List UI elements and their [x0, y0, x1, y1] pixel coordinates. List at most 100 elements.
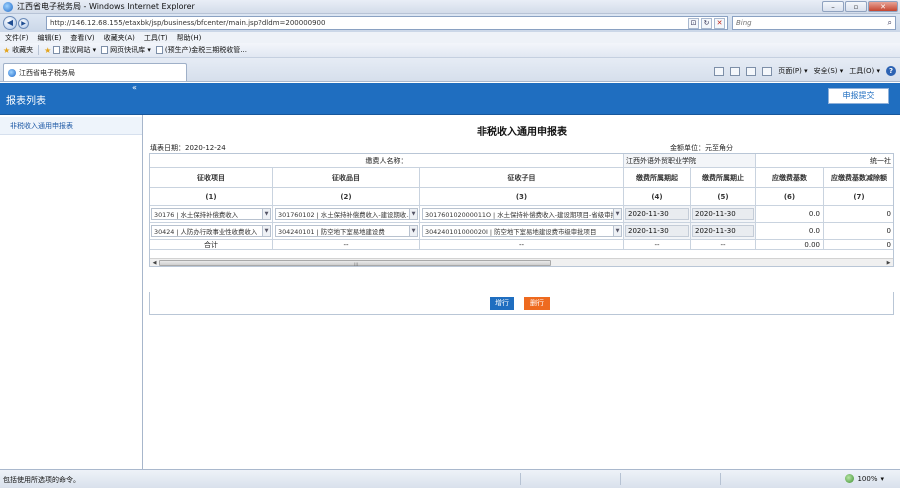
maximize-button[interactable]: ▫ — [845, 1, 867, 12]
sidebar-title: 报表列表 — [6, 96, 46, 107]
chevron-down-icon: ▼ — [409, 209, 417, 219]
row-1-start-date[interactable]: 2020-11-30 — [625, 208, 689, 220]
select-value: 301760102000011O | 水土保持补偿费收入-建设期项目-省级审批 — [425, 210, 617, 219]
row-1-end-date[interactable]: 2020-11-30 — [692, 208, 754, 220]
ie-page-icon — [8, 68, 16, 77]
tab-tax-bureau[interactable]: 江西省电子税务局 — [3, 63, 187, 81]
feeds-icon[interactable] — [730, 66, 741, 76]
menu-edit[interactable]: 编辑(E) — [38, 33, 62, 43]
col-num-6: (6) — [756, 188, 824, 206]
favorites-label: 收藏夹 — [12, 46, 34, 54]
status-bar: 包括使用所选项的命令。 100% ▾ — [0, 469, 900, 488]
window-title: 江西省电子税务局 - Windows Internet Explorer — [17, 2, 195, 11]
menu-bar: 文件(F) 编辑(E) 查看(V) 收藏夹(A) 工具(T) 帮助(H) — [0, 32, 900, 43]
home-icon[interactable] — [714, 66, 725, 76]
url-tools: ⊡ ↻ ✕ — [688, 18, 725, 29]
total-subitem: -- — [420, 240, 624, 250]
row-2-item-select[interactable]: 30424 | 人防办行政事业性收费收入 ▼ — [151, 225, 271, 237]
favorite-label: 网页快讯库 ▾ — [110, 46, 151, 54]
stop-icon[interactable]: ✕ — [714, 18, 725, 29]
page-icon — [53, 46, 61, 54]
refresh-icon[interactable]: ↻ — [701, 18, 712, 29]
app-header: 报表列表 « 申报提交 — [0, 83, 900, 115]
minimize-button[interactable]: – — [822, 1, 844, 12]
url-field[interactable]: http://146.12.68.155/etaxbk/jsp/business… — [46, 16, 728, 30]
table-row-1-base[interactable]: 0.0 — [756, 206, 824, 223]
table-row-1-deduct[interactable]: 0 — [824, 206, 893, 223]
favorite-label: 建议网站 ▾ — [62, 46, 97, 54]
col-header-start: 缴费所属期起 — [624, 168, 691, 188]
menu-favorites[interactable]: 收藏夹(A) — [104, 33, 135, 43]
favorite-web-slice[interactable]: 网页快讯库 ▾ — [101, 45, 151, 55]
tab-bar: 江西省电子税务局 页面(P) ▾ 安全(S) ▾ 工具(O) ▾ ? — [0, 58, 900, 82]
menu-help[interactable]: 帮助(H) — [177, 33, 202, 43]
scrollbar-thumb[interactable]: ||| — [159, 260, 551, 266]
scroll-right-icon[interactable]: ▶ — [884, 259, 893, 266]
table-row-2-deduct[interactable]: 0 — [824, 223, 893, 240]
sidebar-item-nontax-report[interactable]: 非税收入通用申报表 — [0, 117, 142, 135]
compat-view-icon[interactable]: ⊡ — [688, 18, 699, 29]
chevron-down-icon: ▼ — [613, 209, 621, 219]
table-row-2-base[interactable]: 0.0 — [756, 223, 824, 240]
divider — [520, 473, 521, 485]
favorites-button[interactable]: ★ 收藏夹 — [3, 45, 33, 55]
col-header-item: 征收项目 — [150, 168, 273, 188]
mail-icon[interactable] — [746, 66, 757, 76]
search-icon[interactable]: ⌕ — [888, 18, 892, 28]
form-title: 非税收入通用申报表 — [477, 127, 567, 138]
chevron-down-icon: ▾ — [880, 474, 884, 483]
page-menu[interactable]: 页面(P) ▾ — [778, 66, 807, 76]
internet-zone-icon — [845, 474, 855, 483]
star-icon: ★ — [3, 45, 11, 55]
row-1-subitem-select[interactable]: 301760102000011O | 水土保持补偿费收入-建设期项目-省级审批 ▼ — [422, 208, 622, 220]
add-row-button[interactable]: 增行 — [490, 297, 514, 310]
delete-row-button[interactable]: 删行 — [524, 297, 550, 310]
row-1-item-select[interactable]: 30176 | 水土保持补偿费收入 ▼ — [151, 208, 271, 220]
button-panel — [149, 292, 894, 315]
add-favorite-icon: ★ — [44, 45, 52, 55]
col-num-3: (3) — [420, 188, 624, 206]
col-header-end: 缴费所属期止 — [691, 168, 756, 188]
horizontal-scrollbar[interactable]: ◀ ||| ▶ — [150, 258, 893, 266]
row-2-end-date[interactable]: 2020-11-30 — [692, 225, 754, 237]
search-input[interactable] — [736, 19, 876, 27]
favorite-tax-system[interactable]: (预生产)金税三期税收管... — [155, 45, 247, 55]
safety-menu[interactable]: 安全(S) ▾ — [814, 66, 844, 76]
col-header-base: 应缴费基数 — [756, 168, 824, 188]
tab-label: 江西省电子税务局 — [19, 68, 75, 77]
zoom-control[interactable]: 100% ▾ — [845, 474, 884, 483]
help-icon[interactable]: ? — [886, 66, 896, 76]
select-value: 301760102 | 水土保持补偿费收入-建设期收... — [278, 210, 413, 219]
row-2-start-date[interactable]: 2020-11-30 — [625, 225, 689, 237]
forward-button[interactable]: ▶ — [18, 17, 29, 29]
col-header-category: 征收品目 — [273, 168, 420, 188]
favorite-suggested-sites[interactable]: ★ 建议网站 ▾ — [44, 45, 96, 55]
select-value: 30176 | 水土保持补偿费收入 — [154, 210, 239, 219]
menu-tools[interactable]: 工具(T) — [144, 33, 168, 43]
menu-view[interactable]: 查看(V) — [70, 33, 94, 43]
search-field[interactable]: ⌕ — [732, 16, 896, 30]
amount-unit: 金额单位：元至角分 — [670, 144, 733, 152]
total-deduct: 0 — [824, 240, 893, 250]
print-icon[interactable] — [762, 66, 773, 76]
row-1-category-select[interactable]: 301760102 | 水土保持补偿费收入-建设期收... ▼ — [275, 208, 418, 220]
close-window-button[interactable]: ✕ — [868, 1, 898, 12]
submit-declaration-button[interactable]: 申报提交 — [828, 88, 889, 104]
back-button[interactable]: ◀ — [3, 16, 17, 30]
tools-menu[interactable]: 工具(O) ▾ — [849, 66, 880, 76]
menu-file[interactable]: 文件(F) — [5, 33, 29, 43]
total-end: -- — [691, 240, 756, 250]
declaration-table: 缴费人名称： 江西外语外贸职业学院 统一社 征收项目 征收品目 征收子目 缴费所… — [149, 153, 894, 267]
collapse-sidebar-button[interactable]: « — [132, 83, 137, 92]
grip-icon: ||| — [354, 262, 359, 267]
chevron-down-icon: ▼ — [262, 226, 270, 236]
scroll-left-icon[interactable]: ◀ — [150, 259, 159, 266]
report-sidebar: 非税收入通用申报表 — [0, 115, 143, 469]
row-2-subitem-select[interactable]: 304240101000020I | 防空地下室易地建设费市级审批项目 ▼ — [422, 225, 622, 237]
col-num-2: (2) — [273, 188, 420, 206]
divider — [38, 45, 40, 55]
select-value: 30424 | 人防办行政事业性收费收入 — [154, 227, 258, 236]
page-icon — [155, 46, 163, 54]
app-area: 报表列表 « 申报提交 非税收入通用申报表 非税收入通用申报表 填表日期：202… — [0, 83, 900, 469]
row-2-category-select[interactable]: 304240101 | 防空地下室易地建设费 ▼ — [275, 225, 418, 237]
